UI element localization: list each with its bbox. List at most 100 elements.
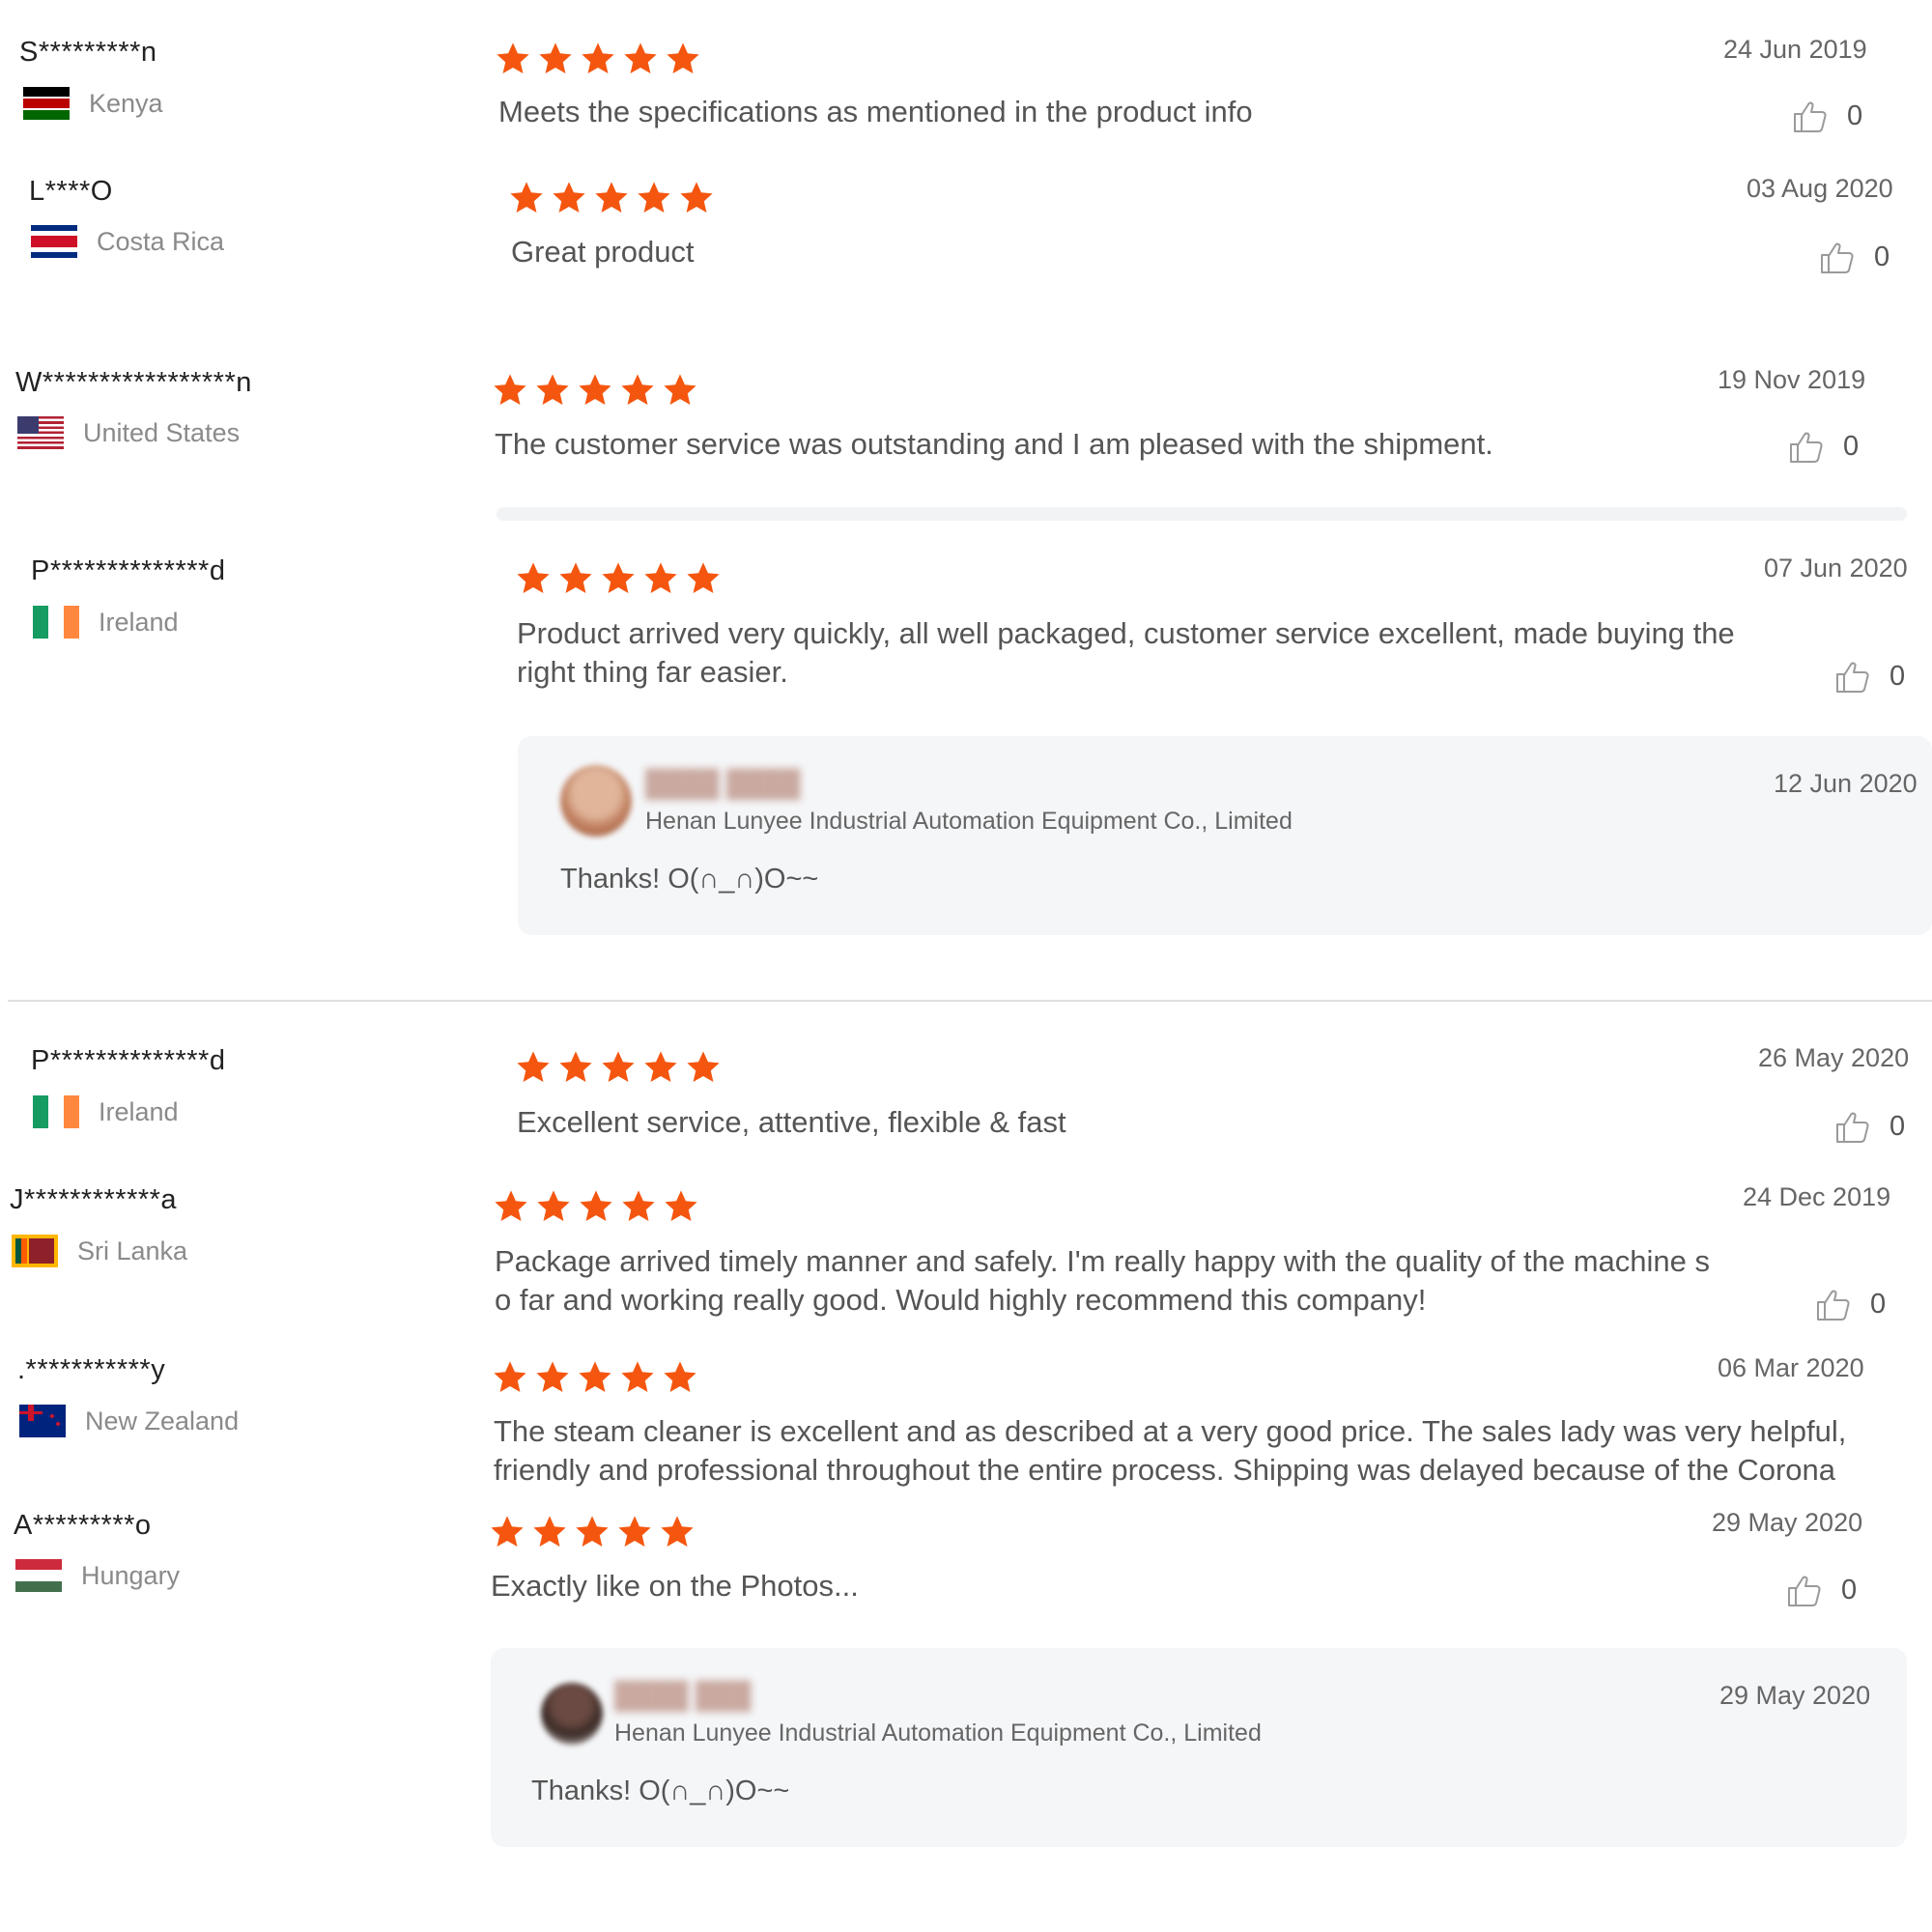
star-icon <box>489 1514 526 1550</box>
reply-author-name: ████ ████ <box>645 769 801 798</box>
seller-reply: ████ ████ Henan Lunyee Industrial Automa… <box>518 736 1932 935</box>
star-icon <box>662 1359 698 1396</box>
star-icon <box>678 180 715 216</box>
separator <box>497 507 1907 521</box>
sri-lanka-flag-icon <box>12 1235 58 1267</box>
like-count: 0 <box>1889 1110 1906 1142</box>
like-count: 0 <box>1847 99 1863 131</box>
star-icon <box>642 560 679 597</box>
hungary-flag-icon <box>15 1559 62 1592</box>
star-icon <box>535 1188 572 1225</box>
star-icon <box>620 1188 657 1225</box>
country-label: Ireland <box>99 1096 179 1126</box>
like-button[interactable]: 0 <box>1787 427 1859 466</box>
star-icon <box>577 1359 613 1396</box>
reviewer-name: P**************d <box>31 555 226 586</box>
reply-company: Henan Lunyee Industrial Automation Equip… <box>645 808 1293 835</box>
reviewer-country: Ireland <box>33 1095 179 1128</box>
reviewer-country: United States <box>17 416 240 449</box>
review-text: The customer service was outstanding and… <box>495 427 1493 461</box>
thumbs-up-icon <box>1791 97 1830 135</box>
like-button[interactable]: 0 <box>1833 1107 1905 1146</box>
review-text: Meets the specifications as mentioned in… <box>498 95 1253 128</box>
reviewer-name: .***********y <box>17 1354 166 1385</box>
country-label: Costa Rica <box>97 226 225 256</box>
star-icon <box>578 1188 614 1225</box>
star-icon <box>537 41 574 77</box>
costa-rica-flag-icon <box>31 225 77 258</box>
star-icon <box>515 1049 552 1086</box>
review-text: Exactly like on the Photos... <box>491 1569 859 1603</box>
like-count: 0 <box>1843 430 1860 462</box>
star-icon <box>508 180 545 216</box>
star-icon <box>577 372 613 409</box>
star-icon <box>551 180 587 216</box>
reviewer-name: A*********o <box>14 1510 152 1541</box>
reviewer-country: Costa Rica <box>31 225 224 258</box>
star-icon <box>574 1514 611 1550</box>
star-icon <box>600 560 637 597</box>
reviewer-name: W*****************n <box>15 367 252 398</box>
star-icon <box>663 1188 699 1225</box>
star-icon <box>492 1359 528 1396</box>
reply-author-name: ████ ███ <box>614 1681 752 1710</box>
star-rating <box>508 180 721 216</box>
star-icon <box>515 560 552 597</box>
country-label: Hungary <box>81 1560 181 1590</box>
review-date: 19 Nov 2019 <box>1718 365 1866 394</box>
like-button[interactable]: 0 <box>1785 1571 1857 1609</box>
reviewer-country: Ireland <box>33 606 179 639</box>
like-count: 0 <box>1870 1288 1887 1320</box>
review-date: 07 Jun 2020 <box>1764 554 1908 582</box>
like-button[interactable]: 0 <box>1833 657 1905 696</box>
thumbs-up-icon <box>1787 427 1826 466</box>
star-icon <box>616 1514 653 1550</box>
review-text: friendly and professional throughout the… <box>494 1453 1836 1487</box>
like-button[interactable]: 0 <box>1814 1285 1886 1323</box>
reviewer-country: New Zealand <box>19 1405 239 1437</box>
ireland-flag-icon <box>33 1095 79 1128</box>
star-icon <box>593 180 630 216</box>
thumbs-up-icon <box>1814 1285 1853 1323</box>
review-date: 26 May 2020 <box>1758 1043 1910 1072</box>
star-rating <box>515 1049 727 1086</box>
reply-text: Thanks! O(∩_∩)O~~ <box>531 1776 790 1806</box>
star-icon <box>580 41 616 77</box>
review-text: The steam cleaner is excellent and as de… <box>494 1414 1847 1448</box>
like-button[interactable]: 0 <box>1818 238 1889 276</box>
star-icon <box>600 1049 637 1086</box>
star-rating <box>492 372 704 409</box>
star-icon <box>534 372 571 409</box>
like-count: 0 <box>1889 660 1906 692</box>
star-icon <box>557 560 594 597</box>
divider <box>8 1000 1932 1002</box>
thumbs-up-icon <box>1785 1571 1824 1609</box>
ireland-flag-icon <box>33 606 79 639</box>
review-date: 24 Jun 2019 <box>1723 35 1867 64</box>
star-icon <box>495 41 531 77</box>
avatar <box>541 1683 603 1745</box>
review-text: Excellent service, attentive, flexible &… <box>517 1105 1066 1139</box>
star-rating <box>489 1514 701 1550</box>
like-count: 0 <box>1841 1574 1858 1605</box>
star-icon <box>636 180 672 216</box>
like-button[interactable]: 0 <box>1791 97 1862 135</box>
review-text: Package arrived timely manner and safely… <box>495 1244 1711 1278</box>
star-icon <box>665 41 701 77</box>
review-text: Great product <box>511 235 695 269</box>
star-icon <box>622 41 659 77</box>
star-icon <box>531 1514 568 1550</box>
star-icon <box>659 1514 696 1550</box>
kenya-flag-icon <box>23 87 70 120</box>
star-icon <box>662 372 698 409</box>
thumbs-up-icon <box>1833 1107 1872 1146</box>
star-icon <box>619 372 656 409</box>
reviewer-name: J************a <box>10 1184 178 1215</box>
country-label: Kenya <box>89 88 163 118</box>
star-icon <box>493 1188 529 1225</box>
reviewer-name: S*********n <box>19 37 157 68</box>
reviewer-country: Kenya <box>23 87 163 120</box>
reply-date: 12 Jun 2020 <box>1774 769 1918 798</box>
reviewer-country: Sri Lanka <box>12 1235 187 1267</box>
star-icon <box>685 1049 722 1086</box>
